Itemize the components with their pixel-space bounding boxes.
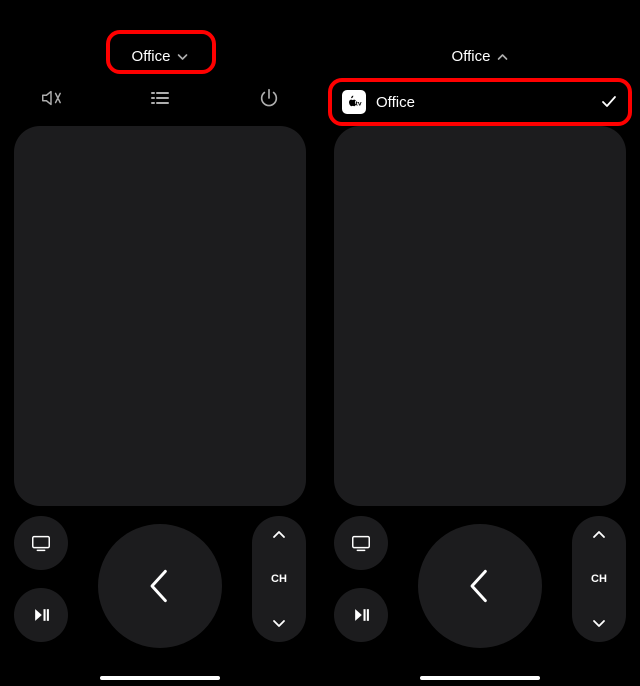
home-indicator (100, 676, 220, 680)
play-pause-button[interactable] (334, 588, 388, 642)
toolbar (0, 78, 320, 118)
home-indicator (420, 676, 540, 680)
play-pause-button[interactable] (14, 588, 68, 642)
channel-label: CH (271, 573, 287, 585)
touchpad[interactable] (334, 126, 626, 506)
chevron-down-icon (592, 618, 606, 628)
channel-rocker[interactable]: CH (252, 516, 306, 642)
touchpad[interactable] (14, 126, 306, 506)
list-icon[interactable] (147, 85, 173, 111)
left-buttons (14, 516, 68, 642)
left-buttons (334, 516, 388, 642)
device-selector[interactable]: Office (118, 42, 203, 71)
tv-button[interactable] (14, 516, 68, 570)
chevron-down-icon (176, 51, 188, 63)
svg-text:tv: tv (356, 100, 362, 107)
mute-icon[interactable] (38, 85, 64, 111)
dropdown-option[interactable]: Office (376, 94, 590, 111)
device-selector[interactable]: Office (438, 42, 523, 71)
chevron-down-icon (272, 618, 286, 628)
tv-button[interactable] (334, 516, 388, 570)
checkmark-icon (600, 93, 618, 111)
back-button[interactable] (418, 524, 542, 648)
back-button[interactable] (98, 524, 222, 648)
channel-rocker[interactable]: CH (572, 516, 626, 642)
chevron-up-icon (272, 530, 286, 540)
appletv-icon: tv (342, 90, 366, 114)
remote-panel-right: Office tv Office (320, 0, 640, 686)
device-dropdown: tv Office (332, 82, 628, 122)
power-icon[interactable] (256, 85, 282, 111)
bottom-controls: CH (334, 516, 626, 656)
device-name: Office (452, 48, 491, 65)
bottom-controls: CH (14, 516, 306, 656)
device-name: Office (132, 48, 171, 65)
chevron-up-icon (592, 530, 606, 540)
right-buttons: CH (572, 516, 626, 642)
right-buttons: CH (252, 516, 306, 642)
chevron-up-icon (496, 51, 508, 63)
remote-panel-left: Office (0, 0, 320, 686)
channel-label: CH (591, 573, 607, 585)
